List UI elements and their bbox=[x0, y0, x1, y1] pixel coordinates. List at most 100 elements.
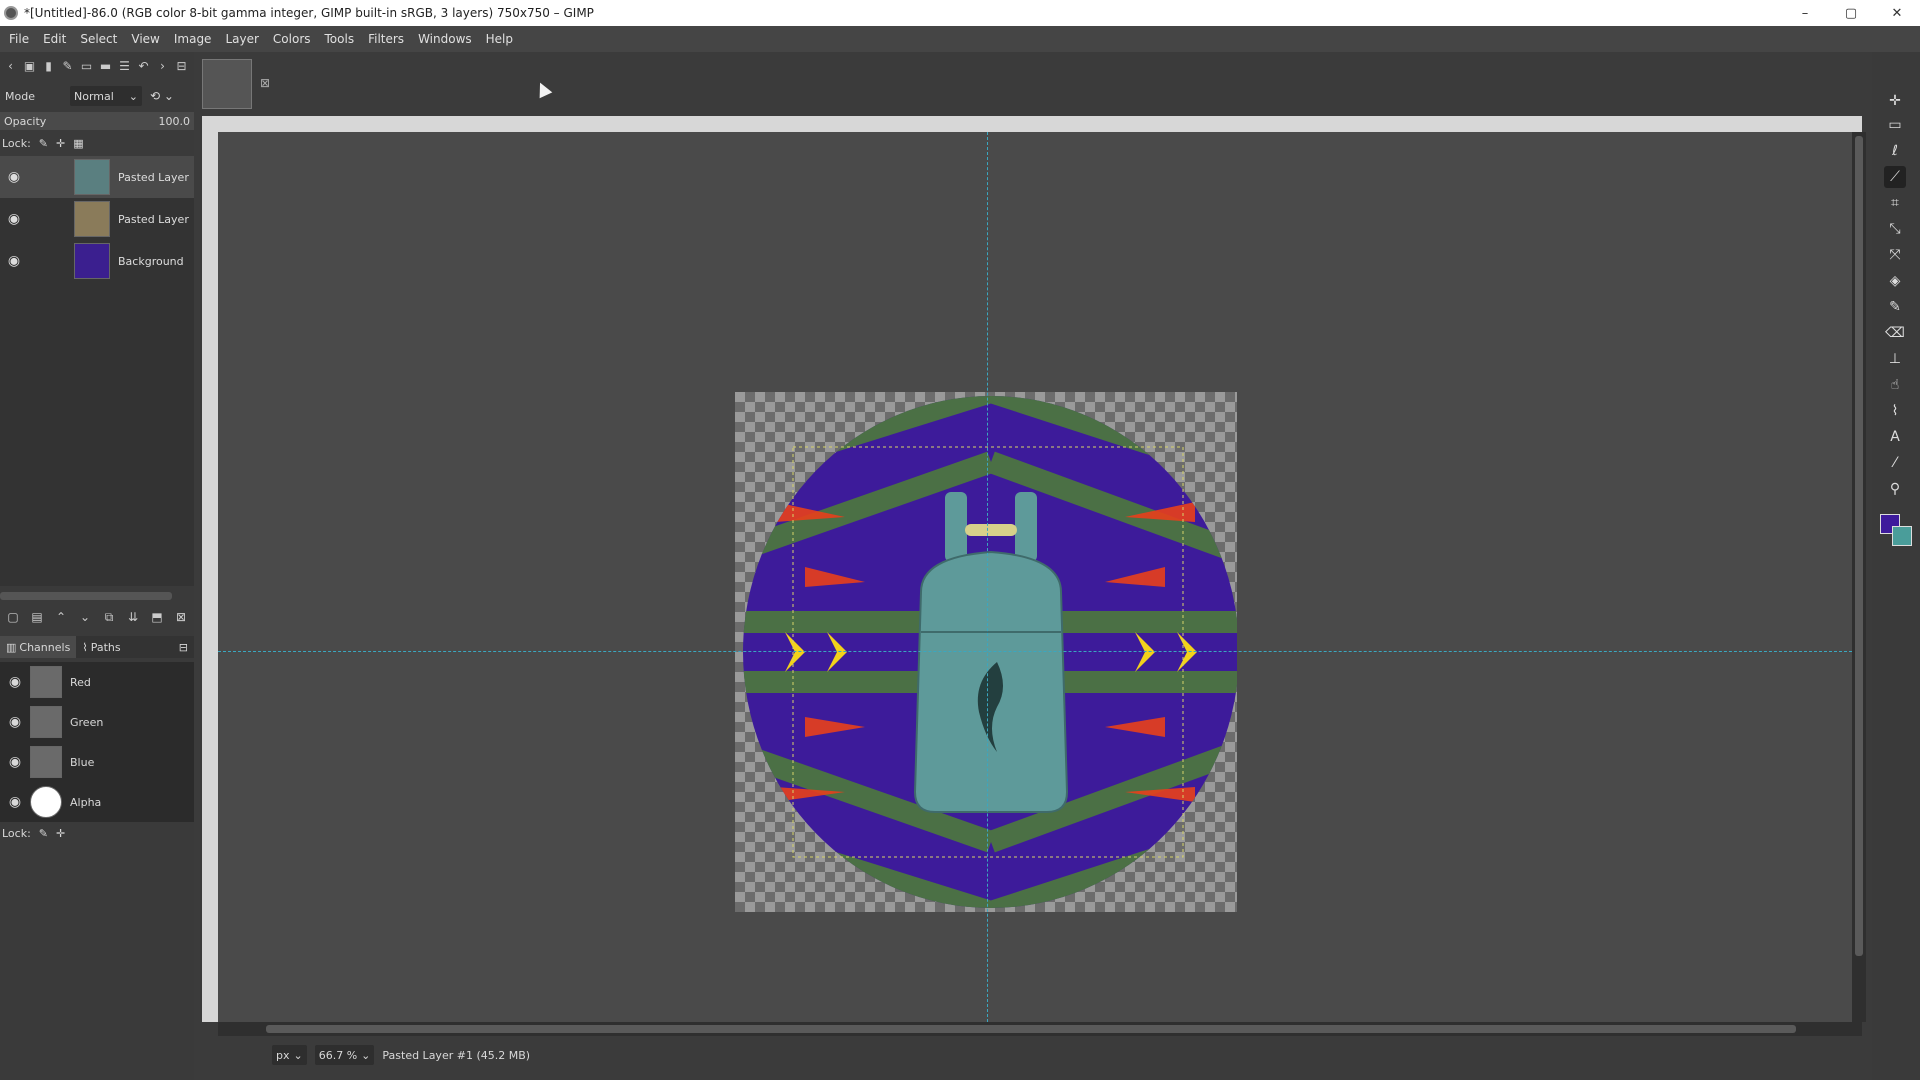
minimize-button[interactable]: – bbox=[1782, 0, 1828, 26]
scrollbar-thumb[interactable] bbox=[266, 1025, 1796, 1033]
duplicate-layer-icon[interactable]: ⧉ bbox=[100, 610, 118, 625]
opacity-slider[interactable]: Opacity 100.0 bbox=[0, 112, 194, 130]
menu-view[interactable]: View bbox=[124, 32, 166, 46]
tool-options-icon[interactable]: ▣ bbox=[21, 58, 38, 75]
layer-row[interactable]: ◉ Pasted Layer bbox=[0, 198, 194, 240]
channel-name: Blue bbox=[70, 755, 95, 769]
eye-icon[interactable]: ◉ bbox=[0, 674, 30, 690]
undo-history-icon[interactable]: ↶ bbox=[135, 58, 152, 75]
menu-select[interactable]: Select bbox=[73, 32, 124, 46]
tab-config-icon[interactable]: ⊟ bbox=[179, 641, 188, 654]
paths-tool-icon[interactable]: ⌇ bbox=[1884, 400, 1906, 422]
horizontal-scrollbar[interactable] bbox=[218, 1022, 1862, 1036]
menu-colors[interactable]: Colors bbox=[266, 32, 318, 46]
eye-icon[interactable]: ◉ bbox=[0, 754, 30, 770]
lock-label: Lock: bbox=[2, 136, 31, 150]
vertical-guide[interactable] bbox=[987, 132, 988, 1022]
close-button[interactable]: ✕ bbox=[1874, 0, 1920, 26]
eye-icon[interactable]: ◉ bbox=[0, 714, 30, 730]
vertical-scrollbar[interactable] bbox=[1852, 132, 1866, 1022]
paintbrush-tool-icon[interactable]: ✎ bbox=[1884, 296, 1906, 318]
eye-icon[interactable]: ◉ bbox=[0, 253, 28, 269]
tab-paths[interactable]: ⌇ Paths bbox=[76, 636, 126, 658]
mode-select[interactable]: Normal ⌄ bbox=[70, 86, 142, 106]
layers-scrollbar[interactable] bbox=[0, 590, 194, 600]
dock-config-icon[interactable]: ⊟ bbox=[173, 58, 190, 75]
channel-row[interactable]: ◉ Alpha bbox=[0, 782, 194, 822]
lock-position-icon[interactable]: ✛ bbox=[56, 137, 65, 150]
new-layer-group-icon[interactable]: ▢ bbox=[4, 610, 22, 624]
lower-layer-icon[interactable]: ⌄ bbox=[76, 610, 94, 624]
channel-row[interactable]: ◉ Green bbox=[0, 702, 194, 742]
channel-thumbnail bbox=[30, 746, 62, 778]
gradients-icon[interactable]: ▬ bbox=[97, 58, 114, 75]
unit-select[interactable]: px ⌄ bbox=[272, 1045, 307, 1065]
lock-pixels-icon[interactable]: ✎ bbox=[39, 137, 48, 150]
vertical-ruler[interactable] bbox=[202, 132, 218, 1022]
channel-name: Red bbox=[70, 675, 91, 689]
raise-layer-icon[interactable]: ⌃ bbox=[52, 610, 70, 624]
menu-help[interactable]: Help bbox=[479, 32, 520, 46]
move-tool-icon[interactable]: ✛ bbox=[1884, 90, 1906, 112]
crop-tool-icon[interactable]: ⌗ bbox=[1884, 192, 1906, 214]
new-layer-icon[interactable]: ▤ bbox=[28, 610, 46, 624]
chevron-right-icon[interactable]: › bbox=[154, 58, 171, 75]
horizontal-ruler[interactable] bbox=[202, 116, 1862, 132]
menu-layer[interactable]: Layer bbox=[218, 32, 265, 46]
lasso-tool-icon[interactable]: ℓ bbox=[1884, 140, 1906, 162]
background-color-swatch[interactable] bbox=[1892, 526, 1912, 546]
patterns-icon[interactable]: ▭ bbox=[78, 58, 95, 75]
menu-edit[interactable]: Edit bbox=[36, 32, 73, 46]
tab-channels[interactable]: ▥ Channels bbox=[0, 636, 77, 658]
anchor-layer-icon[interactable]: ⇊ bbox=[124, 610, 142, 624]
clone-tool-icon[interactable]: ⊥ bbox=[1884, 348, 1906, 370]
merge-layer-icon[interactable]: ⬒ bbox=[148, 610, 166, 624]
layer-name[interactable]: Pasted Layer bbox=[118, 171, 189, 184]
smudge-tool-icon[interactable]: ☝ bbox=[1884, 374, 1906, 396]
mode-value: Normal bbox=[74, 89, 114, 103]
layer-row[interactable]: ◉ Pasted Layer bbox=[0, 156, 194, 198]
rect-select-tool-icon[interactable]: ▭ bbox=[1884, 114, 1906, 136]
channel-row[interactable]: ◉ Red bbox=[0, 662, 194, 702]
layer-name[interactable]: Background bbox=[118, 255, 184, 268]
delete-layer-icon[interactable]: ⊠ bbox=[172, 610, 190, 624]
lock-position-icon[interactable]: ✛ bbox=[56, 827, 65, 840]
zoom-tool-icon[interactable]: ⚲ bbox=[1884, 478, 1906, 500]
lock-pixels-icon[interactable]: ✎ bbox=[39, 827, 48, 840]
menu-image[interactable]: Image bbox=[167, 32, 219, 46]
color-picker-tool-icon[interactable]: ⁄ bbox=[1884, 452, 1906, 474]
warp-tool-icon[interactable]: ⤧ bbox=[1884, 244, 1906, 266]
layers-tab-icon[interactable]: ☰ bbox=[116, 58, 133, 75]
layer-name[interactable]: Pasted Layer bbox=[118, 213, 189, 226]
eye-icon[interactable]: ◉ bbox=[0, 169, 28, 185]
palette-icon[interactable]: ▮ bbox=[40, 58, 57, 75]
chevron-left-icon[interactable]: ‹ bbox=[2, 58, 19, 75]
image-tab-thumbnail[interactable] bbox=[202, 59, 252, 109]
menu-tools[interactable]: Tools bbox=[318, 32, 362, 46]
tab-channels-label: Channels bbox=[19, 640, 71, 654]
menu-file[interactable]: File bbox=[2, 32, 36, 46]
close-image-icon[interactable]: ⊠ bbox=[260, 76, 270, 90]
eye-icon[interactable]: ◉ bbox=[0, 211, 28, 227]
maximize-button[interactable]: ▢ bbox=[1828, 0, 1874, 26]
channel-row[interactable]: ◉ Blue bbox=[0, 742, 194, 782]
transform-tool-icon[interactable]: ⤡ bbox=[1884, 218, 1906, 240]
scrollbar-thumb[interactable] bbox=[0, 592, 172, 600]
lock-label: Lock: bbox=[2, 826, 31, 840]
menu-windows[interactable]: Windows bbox=[411, 32, 479, 46]
horizontal-guide[interactable] bbox=[218, 651, 1862, 652]
mode-reset-icon[interactable]: ⟲ ⌄ bbox=[150, 89, 174, 103]
eraser-tool-icon[interactable]: ⌫ bbox=[1884, 322, 1906, 344]
bucket-fill-tool-icon[interactable]: ◈ bbox=[1884, 270, 1906, 292]
brushes-icon[interactable]: ✎ bbox=[59, 58, 76, 75]
eye-icon[interactable]: ◉ bbox=[0, 794, 30, 810]
menu-filters[interactable]: Filters bbox=[361, 32, 411, 46]
fuzzy-select-tool-icon[interactable]: ⟋ bbox=[1884, 166, 1906, 188]
text-tool-icon[interactable]: A bbox=[1884, 426, 1906, 448]
canvas[interactable] bbox=[218, 132, 1862, 1022]
zoom-select[interactable]: 66.7 % ⌄ bbox=[314, 1045, 375, 1065]
image-canvas[interactable] bbox=[735, 392, 1237, 912]
lock-alpha-icon[interactable]: ▦ bbox=[73, 137, 83, 150]
layer-row[interactable]: ◉ Background bbox=[0, 240, 194, 282]
scrollbar-thumb[interactable] bbox=[1855, 136, 1863, 956]
